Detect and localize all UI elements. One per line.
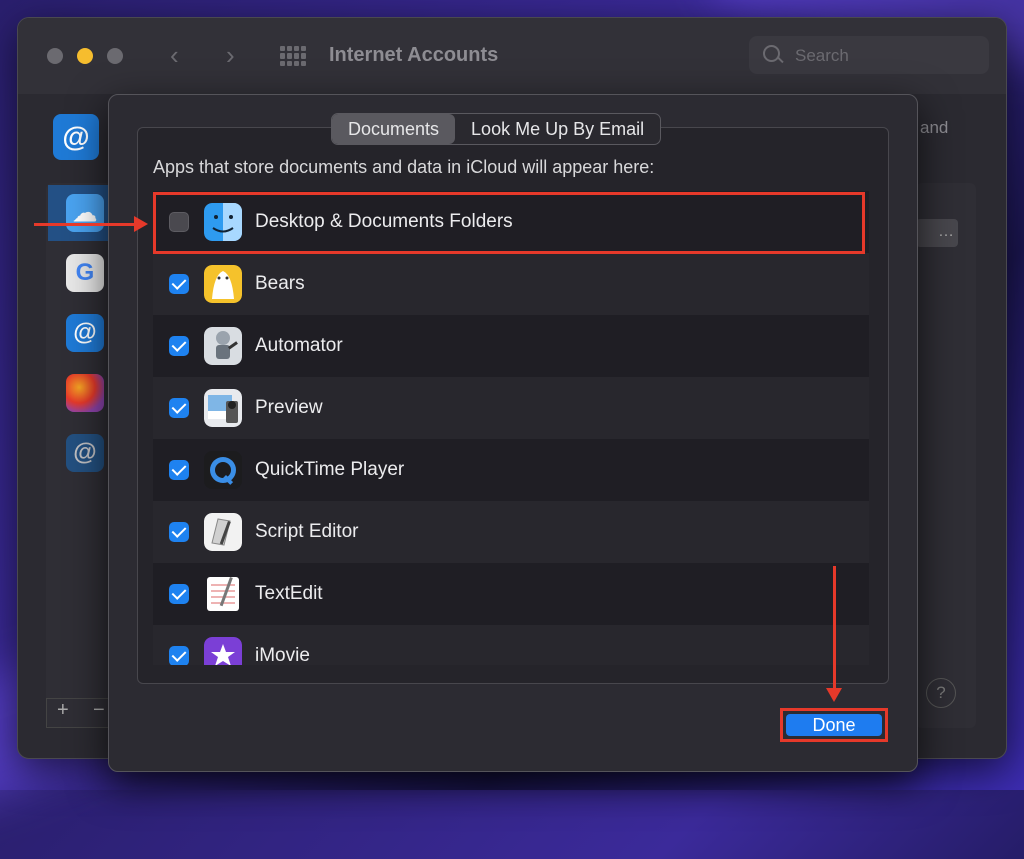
icloud-drive-options-sheet: Documents Look Me Up By Email Apps that …: [108, 94, 918, 772]
automator-icon: [204, 327, 242, 365]
internet-accounts-at-icon: @: [53, 114, 99, 160]
done-highlight: Done: [780, 708, 888, 742]
zoom-window-button[interactable]: [107, 48, 123, 64]
background-text-fragment: and: [920, 118, 949, 137]
search-icon: [763, 45, 780, 62]
forward-arrow-icon[interactable]: ›: [226, 42, 235, 68]
quicktime-checkbox[interactable]: [169, 460, 189, 480]
list-item[interactable]: Bears: [153, 253, 869, 315]
account-detail-panel: …: [916, 183, 976, 728]
list-item[interactable]: Script Editor: [153, 501, 869, 563]
imovie-icon: [204, 637, 242, 665]
script-editor-icon: [204, 513, 242, 551]
back-arrow-icon[interactable]: ‹: [170, 42, 179, 68]
textedit-icon: [204, 575, 242, 613]
finder-icon: [204, 203, 242, 241]
list-item[interactable]: iMovie: [153, 625, 869, 665]
quicktime-icon: [204, 451, 242, 489]
game-center-icon[interactable]: [66, 374, 104, 412]
tab-look-me-up-by-email[interactable]: Look Me Up By Email: [455, 114, 660, 144]
textedit-checkbox[interactable]: [169, 584, 189, 604]
account-at-icon[interactable]: @: [66, 314, 104, 352]
segmented-control: Documents Look Me Up By Email: [331, 113, 662, 145]
done-button[interactable]: Done: [786, 714, 882, 736]
help-button[interactable]: ?: [926, 678, 956, 708]
app-label: QuickTime Player: [255, 459, 405, 480]
title-bar: ‹ › Internet Accounts: [18, 18, 1006, 94]
imovie-checkbox[interactable]: [169, 646, 189, 665]
google-icon[interactable]: G: [66, 254, 104, 292]
annotation-arrowhead: [826, 688, 842, 702]
preview-icon: [204, 389, 242, 427]
list-item[interactable]: Automator: [153, 315, 869, 377]
minimize-window-button[interactable]: [77, 48, 93, 64]
automator-checkbox[interactable]: [169, 336, 189, 356]
app-label: Preview: [255, 397, 323, 418]
show-all-grid-icon[interactable]: [280, 46, 306, 66]
annotation-arrowhead: [134, 216, 148, 232]
script-editor-checkbox[interactable]: [169, 522, 189, 542]
account-at-icon[interactable]: @: [66, 434, 104, 472]
apps-description: Apps that store documents and data in iC…: [153, 157, 655, 177]
add-account-button[interactable]: +: [57, 699, 69, 722]
tab-documents[interactable]: Documents: [332, 114, 456, 144]
list-item[interactable]: Desktop & Documents Folders: [153, 191, 869, 253]
window-title: Internet Accounts: [329, 44, 499, 66]
app-label: Script Editor: [255, 521, 359, 542]
icloud-icon[interactable]: ☁: [66, 194, 104, 232]
desktop-documents-checkbox[interactable]: [169, 212, 189, 232]
list-item[interactable]: QuickTime Player: [153, 439, 869, 501]
close-window-button[interactable]: [47, 48, 63, 64]
app-label: TextEdit: [255, 583, 323, 604]
app-label: Automator: [255, 335, 343, 356]
preview-checkbox[interactable]: [169, 398, 189, 418]
remove-account-button[interactable]: −: [93, 699, 105, 722]
search-field[interactable]: [749, 36, 989, 74]
list-item[interactable]: TextEdit: [153, 563, 869, 625]
options-button[interactable]: …: [916, 219, 958, 247]
search-input[interactable]: [793, 44, 977, 68]
annotation-arrow: [833, 566, 836, 692]
list-item[interactable]: Preview: [153, 377, 869, 439]
apps-list[interactable]: Desktop & Documents Folders Bears Automa…: [153, 191, 869, 665]
app-label: Bears: [255, 273, 305, 294]
app-label: Desktop & Documents Folders: [255, 211, 513, 232]
app-label: iMovie: [255, 645, 310, 665]
bears-checkbox[interactable]: [169, 274, 189, 294]
annotation-arrow: [34, 223, 136, 226]
bears-icon: [204, 265, 242, 303]
